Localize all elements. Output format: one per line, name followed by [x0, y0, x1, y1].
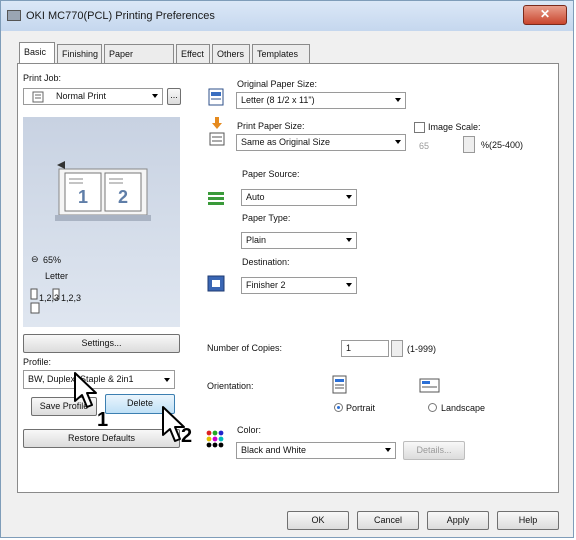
tab-finishing[interactable]: Finishing — [57, 44, 102, 63]
image-scale-spinner[interactable] — [463, 136, 475, 153]
profile-label: Profile: — [23, 357, 52, 367]
color-select[interactable]: Black and White — [236, 442, 396, 459]
color-label: Color: — [237, 425, 262, 435]
image-scale-value[interactable]: 65 — [419, 141, 429, 151]
chevron-down-icon — [346, 238, 352, 242]
profile-select[interactable]: BW, Duplex, Staple & 2in1 — [23, 370, 175, 389]
chevron-down-icon — [346, 195, 352, 199]
step-1-callout: 1 — [97, 409, 109, 431]
preview-page-2: 2 — [118, 187, 129, 207]
landscape-icon — [419, 378, 440, 393]
paper-source-value: Auto — [246, 192, 265, 202]
document-icon — [32, 91, 44, 103]
copies-input[interactable]: 1 — [341, 340, 389, 357]
zoom-text: 65% — [43, 255, 62, 265]
chevron-down-icon — [395, 140, 401, 144]
window-title: OKI MC770(PCL) Printing Preferences — [26, 10, 215, 22]
image-scale-range: %(25-400) — [481, 140, 524, 150]
chevron-down-icon — [152, 94, 158, 98]
close-button[interactable]: ✕ — [523, 5, 567, 25]
paper-source-select[interactable]: Auto — [241, 189, 357, 206]
paper-type-label: Paper Type: — [242, 213, 291, 223]
paper-tray-icon — [208, 192, 224, 205]
print-paper-size-label: Print Paper Size: — [237, 121, 305, 131]
step-2-callout: 2 — [181, 425, 193, 447]
portrait-radio[interactable] — [334, 403, 343, 412]
ok-button[interactable]: OK — [287, 511, 349, 530]
chevron-down-icon — [346, 283, 352, 287]
help-button[interactable]: Help — [497, 511, 559, 530]
title-bar: OKI MC770(PCL) Printing Preferences ✕ — [1, 1, 573, 31]
paper-type-select[interactable]: Plain — [241, 232, 357, 249]
page-order-b: 1,2,3 — [61, 293, 82, 303]
orientation-label: Orientation: — [207, 381, 254, 391]
print-job-label: Print Job: — [23, 73, 62, 83]
landscape-label: Landscape — [441, 403, 486, 413]
tab-others[interactable]: Others — [212, 44, 250, 63]
chevron-down-icon — [395, 98, 401, 102]
settings-button[interactable]: Settings... — [23, 334, 180, 353]
portrait-icon — [332, 375, 347, 394]
copies-spinner[interactable] — [391, 340, 403, 357]
print-job-more-button[interactable]: ... — [167, 88, 181, 105]
page-order-a: 1,2,3 — [39, 293, 60, 303]
destination-select[interactable]: Finisher 2 — [241, 277, 357, 294]
copies-range: (1-999) — [407, 344, 437, 354]
cancel-button[interactable]: Cancel — [357, 511, 419, 530]
printer-icon — [7, 10, 21, 21]
print-paper-icon — [209, 117, 225, 146]
chevron-down-icon — [164, 378, 170, 382]
apply-button[interactable]: Apply — [427, 511, 489, 530]
paper-type-value: Plain — [246, 235, 267, 245]
zoom-indicator-icon: ⊖ — [31, 254, 39, 264]
print-paper-size-select[interactable]: Same as Original Size — [236, 134, 406, 151]
destination-label: Destination: — [242, 257, 290, 267]
original-paper-icon — [208, 88, 224, 106]
paper-source-label: Paper Source: — [242, 169, 300, 179]
tab-templates[interactable]: Templates — [252, 44, 310, 63]
mouse-pointer-icon — [74, 372, 97, 408]
copies-value: 1 — [346, 343, 352, 353]
print-job-select[interactable]: Normal Print — [23, 88, 163, 105]
portrait-label: Portrait — [346, 403, 376, 413]
original-paper-size-value: Letter (8 1/2 x 11") — [241, 95, 315, 105]
color-value: Black and White — [241, 445, 307, 455]
copies-label: Number of Copies: — [207, 343, 283, 353]
color-dots-icon — [206, 430, 224, 448]
tab-paper-handling[interactable]: Paper Handling — [104, 44, 174, 77]
print-job-value: Normal Print — [56, 91, 107, 101]
image-scale-label: Image Scale: — [428, 122, 481, 132]
preview-page-1: 1 — [78, 187, 89, 207]
destination-value: Finisher 2 — [246, 280, 286, 290]
tab-effect[interactable]: Effect — [176, 44, 210, 63]
landscape-radio[interactable] — [428, 403, 437, 412]
image-scale-checkbox[interactable] — [414, 122, 425, 133]
layout-preview: 1 2 ⊖ 65% Letter 1,2,3 1,2,3 — [23, 117, 180, 327]
original-paper-size-label: Original Paper Size: — [237, 79, 318, 89]
details-button[interactable]: Details... — [403, 441, 465, 460]
printing-preferences-window: OKI MC770(PCL) Printing Preferences ✕ Ba… — [0, 0, 574, 538]
tab-basic[interactable]: Basic — [19, 42, 55, 64]
chevron-down-icon — [385, 448, 391, 452]
original-paper-size-select[interactable]: Letter (8 1/2 x 11") — [236, 92, 406, 109]
paper-size-text: Letter — [45, 271, 69, 281]
print-paper-size-value: Same as Original Size — [241, 137, 331, 147]
finisher-icon — [207, 275, 225, 292]
